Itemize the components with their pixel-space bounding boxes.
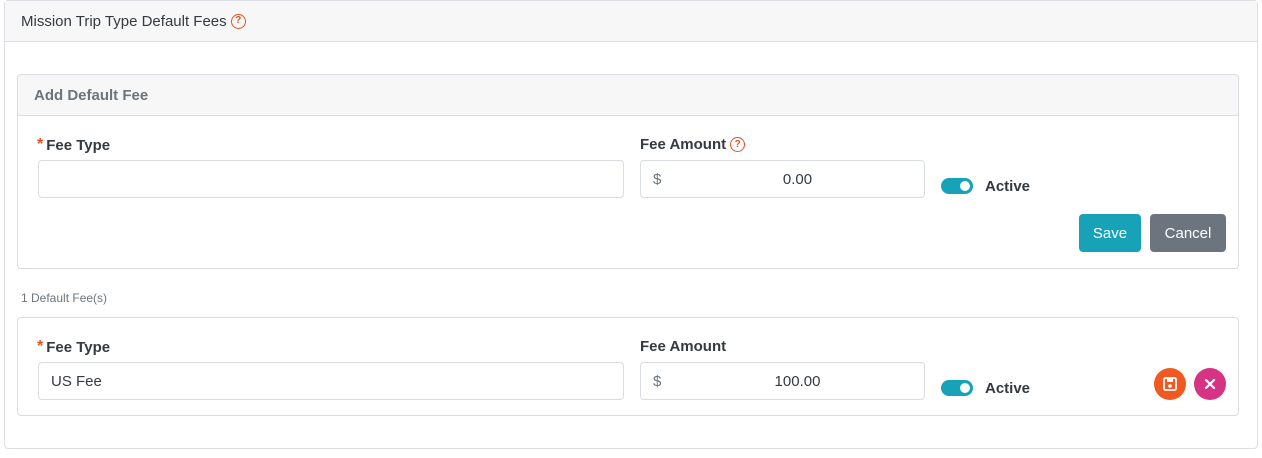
row-fee-amount-label-text: Fee Amount — [640, 338, 727, 355]
row-save-button[interactable] — [1154, 368, 1186, 400]
row-fee-type-label: * Fee Type — [37, 338, 110, 356]
add-default-fee-header: Add Default Fee — [18, 75, 1238, 116]
currency-symbol: $ — [653, 170, 662, 188]
cancel-button[interactable]: Cancel — [1150, 214, 1226, 252]
help-icon[interactable]: ? — [230, 13, 246, 29]
save-button[interactable]: Save — [1079, 214, 1141, 252]
fee-amount-value[interactable]: 0.00 — [683, 171, 924, 188]
fee-amount-label-text: Fee Amount — [640, 136, 727, 153]
default-fee-count: 1 Default Fee(s) — [21, 291, 108, 305]
floppy-disk-icon — [1163, 377, 1177, 391]
row-fee-amount-field[interactable]: $ 100.00 — [640, 362, 925, 400]
fee-amount-label: Fee Amount ? — [640, 136, 746, 153]
row-fee-amount-label: Fee Amount — [640, 338, 726, 355]
row-currency-symbol: $ — [653, 372, 662, 390]
required-asterisk-icon: * — [37, 338, 44, 355]
row-fee-amount-value[interactable]: 100.00 — [683, 373, 924, 390]
active-toggle[interactable] — [941, 178, 973, 194]
active-toggle-label: Active — [985, 178, 1031, 195]
row-fee-type-input[interactable] — [38, 362, 624, 400]
fee-amount-field[interactable]: $ 0.00 — [640, 160, 925, 198]
row-active-toggle[interactable] — [941, 380, 973, 396]
panel-header: Mission Trip Type Default Fees ? — [5, 1, 1257, 42]
panel-title: Mission Trip Type Default Fees — [21, 12, 227, 30]
fee-type-label: * Fee Type — [37, 136, 110, 154]
row-delete-button[interactable] — [1194, 368, 1226, 400]
x-icon — [1204, 378, 1216, 390]
required-asterisk-icon: * — [37, 136, 44, 153]
row-fee-type-label-text: Fee Type — [46, 338, 111, 356]
row-active-toggle-label: Active — [985, 380, 1031, 397]
fee-type-label-text: Fee Type — [46, 136, 111, 154]
fee-type-input[interactable] — [38, 160, 624, 198]
fee-amount-help-icon[interactable]: ? — [730, 137, 746, 152]
